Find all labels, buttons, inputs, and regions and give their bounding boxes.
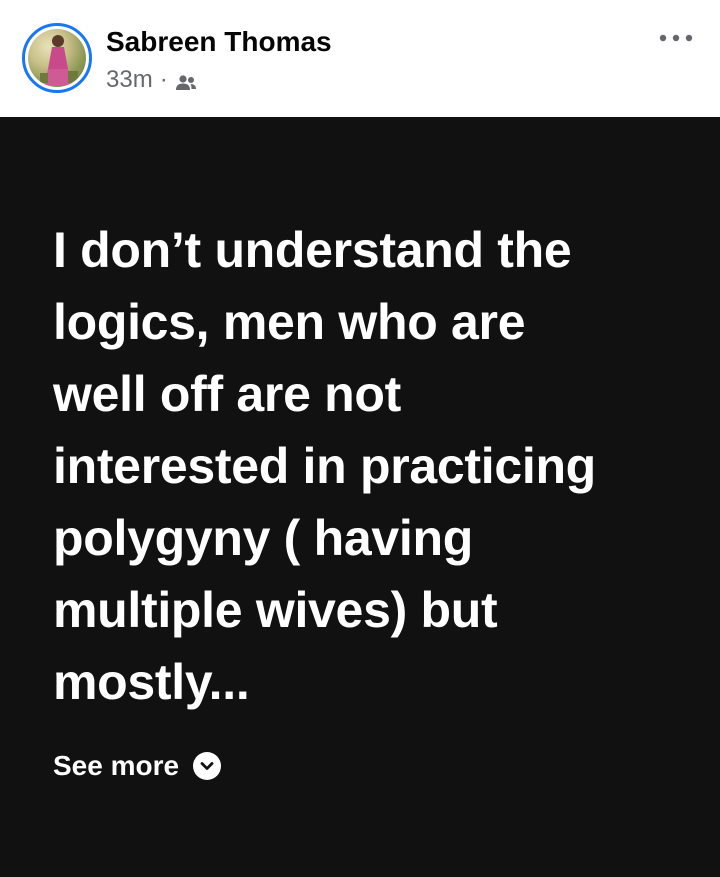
post-text-line: I don’t understand the bbox=[53, 222, 572, 278]
author-name[interactable]: Sabreen Thomas bbox=[106, 26, 332, 58]
post-meta: 33m · bbox=[106, 66, 197, 94]
post-text-line: multiple wives) but bbox=[53, 582, 498, 638]
more-options-icon bbox=[659, 34, 693, 42]
friends-icon[interactable] bbox=[175, 71, 197, 90]
chevron-down-icon bbox=[193, 752, 222, 780]
meta-separator: · bbox=[159, 66, 168, 93]
more-options-button[interactable] bbox=[656, 26, 696, 50]
post-text-line: logics, men who are bbox=[53, 294, 526, 350]
avatar[interactable] bbox=[28, 29, 86, 87]
post-timestamp[interactable]: 33m bbox=[106, 66, 153, 94]
avatar-photo-icon bbox=[40, 35, 78, 85]
avatar-story-ring[interactable] bbox=[22, 23, 92, 93]
see-more-label: See more bbox=[53, 750, 180, 781]
post-text-line: interested in practicing bbox=[53, 438, 596, 494]
see-more-button[interactable]: See more bbox=[53, 750, 222, 782]
post-text-background: I don’t understand the logics, men who a… bbox=[0, 117, 720, 877]
post-header: Sabreen Thomas 33m · bbox=[0, 0, 720, 117]
post-text-line: mostly... bbox=[53, 654, 250, 710]
post-text: I don’t understand the logics, men who a… bbox=[53, 214, 693, 718]
post-text-line: well off are not bbox=[53, 366, 402, 422]
post-text-line: polygyny ( having bbox=[53, 510, 473, 566]
